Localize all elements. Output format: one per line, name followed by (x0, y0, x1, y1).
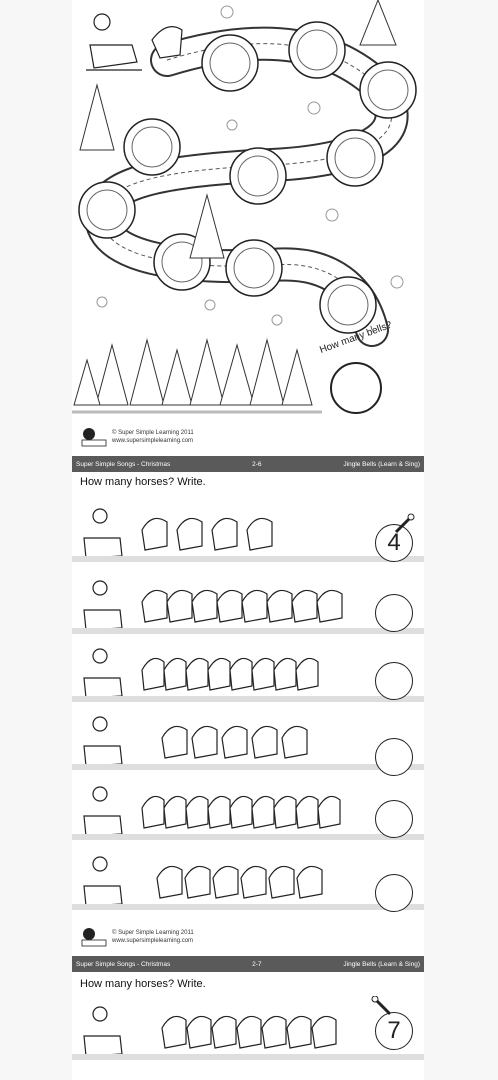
bell-answer-circle[interactable] (330, 362, 382, 414)
ground-line (72, 834, 424, 840)
page-footer-1: Super Simple Songs - Christmas 2-6 Jingl… (72, 456, 424, 472)
ground-line (72, 904, 424, 910)
footer-page-number: 2-7 (252, 960, 262, 968)
answer-circle[interactable] (375, 800, 413, 838)
page-heading: How many horses? Write. (80, 978, 206, 990)
right-margin (424, 0, 498, 1080)
ground-line (72, 696, 424, 702)
answer-circle[interactable] (375, 874, 413, 912)
footer-right: Jingle Bells (Learn & Sing) (343, 460, 420, 468)
footer-left: Super Simple Songs - Christmas (76, 960, 171, 968)
page-footer-2: Super Simple Songs - Christmas 2-7 Jingl… (72, 956, 424, 972)
answer-circle[interactable] (375, 662, 413, 700)
copyright-text: © Super Simple Learning 2011 (112, 430, 194, 436)
footer-page-number: 2-6 (252, 460, 262, 468)
horse-row (72, 708, 424, 774)
footer-left: Super Simple Songs - Christmas (76, 460, 171, 468)
left-margin (0, 0, 72, 1080)
ground-line (72, 1054, 424, 1060)
answer-circle[interactable] (375, 594, 413, 632)
page-heading: How many horses? Write. (80, 476, 206, 488)
horse-row (72, 848, 424, 914)
pencil-icon (371, 996, 392, 1016)
copyright-block-2: © Super Simple Learning 2011 www.supersi… (80, 926, 194, 948)
pencil-icon (394, 513, 415, 534)
footer-right: Jingle Bells (Learn & Sing) (343, 960, 420, 968)
copyright-block-1: © Super Simple Learning 2011 www.supersi… (80, 426, 194, 448)
horse-row (72, 500, 424, 566)
horse-row (72, 778, 424, 844)
ground-line (72, 764, 424, 770)
horse-row (72, 572, 424, 638)
super-simple-logo-icon (81, 928, 107, 947)
copyright-url: www.supersimplelearning.com (112, 938, 194, 944)
super-simple-logo-icon (81, 428, 107, 447)
answer-circle[interactable] (375, 738, 413, 776)
ground-line (72, 628, 424, 634)
copyright-text: © Super Simple Learning 2011 (112, 930, 194, 936)
ground-line (72, 556, 424, 562)
copyright-url: www.supersimplelearning.com (112, 438, 194, 444)
horse-row (72, 640, 424, 706)
